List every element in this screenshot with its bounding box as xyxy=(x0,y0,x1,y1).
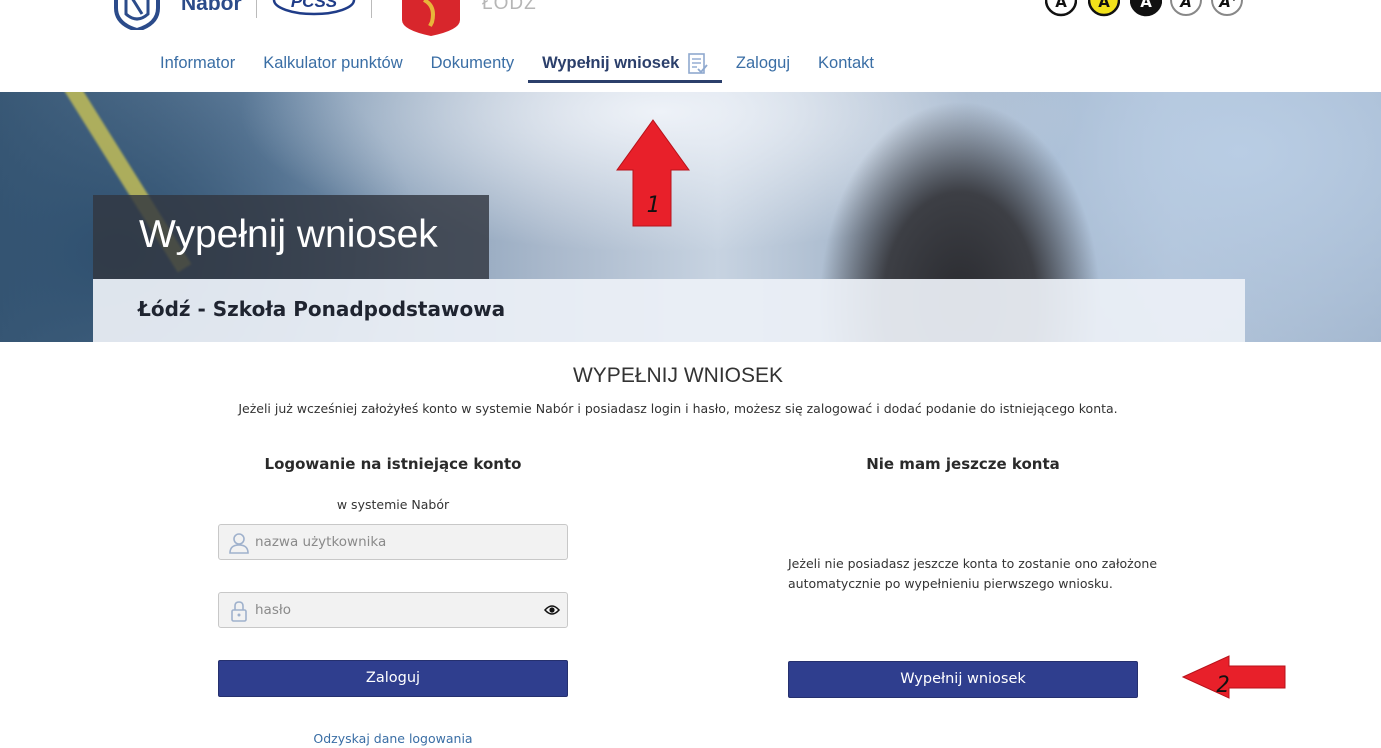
username-field[interactable] xyxy=(218,524,568,560)
show-password-eye-icon[interactable] xyxy=(544,604,560,616)
login-title: Logowanie na istniejące konto xyxy=(264,455,522,473)
nav-item-login[interactable]: Zaloguj xyxy=(722,44,804,82)
city-coat-of-arms-icon xyxy=(402,0,460,36)
city-name: ŁÓDŹ xyxy=(482,0,537,14)
login-button[interactable]: Zaloguj xyxy=(218,660,568,697)
font-default-icon[interactable]: A xyxy=(1170,0,1202,18)
svg-text:A: A xyxy=(1179,0,1192,11)
font-increase-icon[interactable]: A + xyxy=(1211,0,1243,18)
annotation-arrow-left-icon: 2 xyxy=(1181,655,1286,699)
form-check-icon xyxy=(688,52,708,74)
header-divider xyxy=(371,0,372,18)
hero-subtitle-box: Łódź - Szkoła Ponadpodstawowa xyxy=(93,279,1245,342)
nav-item-fill-application-label: Wypełnij wniosek xyxy=(542,54,680,72)
header: Nabór PCSS ŁÓDŹ A A A A A + Informator K… xyxy=(0,0,1381,92)
hero-title-box: Wypełnij wniosek xyxy=(93,195,489,279)
pcss-logo-icon[interactable]: PCSS xyxy=(272,0,356,16)
username-input[interactable] xyxy=(255,525,545,559)
nav-item-informator[interactable]: Informator xyxy=(146,44,249,82)
page-subtitle: Łódź - Szkoła Ponadpodstawowa xyxy=(138,297,506,321)
fill-application-button[interactable]: Wypełnij wniosek xyxy=(788,661,1138,698)
header-divider xyxy=(256,0,257,18)
no-account-description: Jeżeli nie posiadasz jeszcze konta to zo… xyxy=(788,556,1158,591)
contrast-yellow-icon[interactable]: A xyxy=(1088,0,1120,18)
lock-icon xyxy=(231,601,247,622)
page-title: Wypełnij wniosek xyxy=(139,213,438,256)
annotation-label-1: 1 xyxy=(646,193,659,218)
login-subtitle: w systemie Nabór xyxy=(336,497,450,512)
svg-text:A: A xyxy=(1098,0,1110,11)
section-title: WYPEŁNIJ WNIOSEK xyxy=(572,364,784,387)
contrast-default-icon[interactable]: A xyxy=(1045,0,1077,18)
svg-text:PCSS: PCSS xyxy=(291,0,338,11)
annotation-label-2: 2 xyxy=(1216,673,1229,698)
svg-text:A: A xyxy=(1055,0,1067,11)
no-account-title: Nie mam jeszcze konta xyxy=(866,455,1060,473)
password-input[interactable] xyxy=(255,593,545,627)
contrast-black-icon[interactable]: A xyxy=(1130,0,1162,18)
nabor-logo-icon[interactable] xyxy=(112,0,162,30)
nav-item-points-calculator[interactable]: Kalkulator punktów xyxy=(249,44,416,82)
nav-item-contact[interactable]: Kontakt xyxy=(804,44,888,82)
nav-item-fill-application[interactable]: Wypełnij wniosek xyxy=(528,44,722,83)
brand-name: Nabór xyxy=(181,0,242,15)
nav-item-documents[interactable]: Dokumenty xyxy=(417,44,528,82)
user-icon xyxy=(229,533,249,554)
annotation-arrow-up-icon: 1 xyxy=(616,119,690,227)
svg-text:+: + xyxy=(1230,0,1238,4)
main-nav: Informator Kalkulator punktów Dokumenty … xyxy=(146,44,888,83)
svg-text:A: A xyxy=(1140,0,1152,11)
password-field[interactable] xyxy=(218,592,568,628)
recover-credentials-link[interactable]: Odzyskaj dane logowania xyxy=(218,731,568,746)
section-description: Jeżeli już wcześniej założyłeś konto w s… xyxy=(238,401,1118,416)
